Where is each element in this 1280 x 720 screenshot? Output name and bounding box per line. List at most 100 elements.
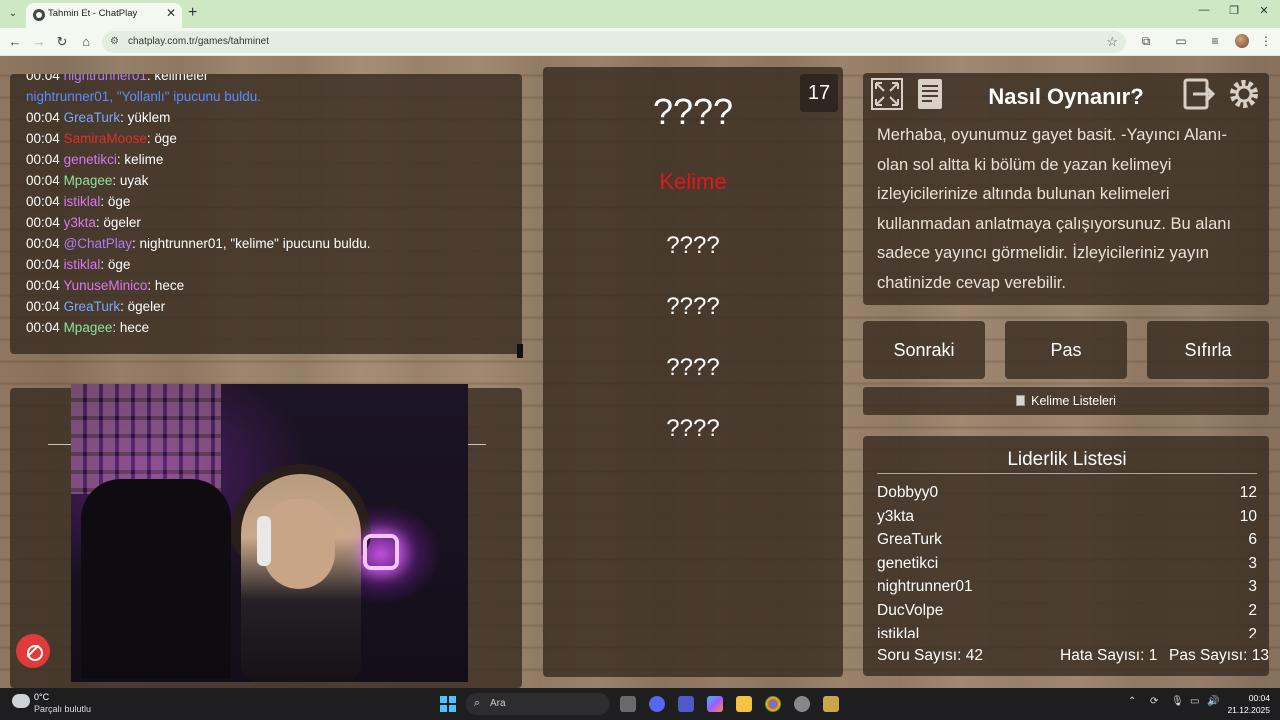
split-view-icon[interactable]: ▭: [1173, 34, 1189, 48]
profile-avatar[interactable]: [1235, 34, 1249, 48]
chat-username[interactable]: GreaTurk: [64, 110, 121, 125]
extensions-icon[interactable]: ⧉: [1138, 34, 1154, 49]
chat-timestamp: 00:04: [26, 110, 60, 125]
chat-panel: 00:04 nightrunner01: kelimeler nightrunne…: [10, 74, 522, 354]
word-card-panel: ???? Kelime ???? ???? ???? ????: [543, 67, 843, 677]
chat-username[interactable]: istiklal: [64, 257, 101, 272]
microphone-icon[interactable]: 🎙: [1171, 696, 1184, 707]
chat-username[interactable]: YunuseMinico: [63, 278, 147, 293]
streamer-face: [263, 499, 335, 589]
next-button[interactable]: Sonraki: [863, 321, 985, 379]
weather-description[interactable]: Parçalı bulutlu: [34, 704, 91, 714]
gaming-chair: [81, 479, 231, 679]
leaderboard-player-score: 12: [1239, 484, 1257, 501]
chat-username[interactable]: Mpagee: [64, 320, 113, 335]
chrome-icon[interactable]: [765, 696, 781, 712]
browser-tab[interactable]: Tahmin Et - ChatPlay ✕: [26, 3, 182, 28]
teams-icon[interactable]: [678, 696, 694, 712]
chat-message: 00:04 istiklal: öge: [26, 257, 130, 272]
network-icon[interactable]: ▭: [1190, 696, 1199, 707]
chat-message: 00:04 GreaTurk: yüklem: [26, 110, 170, 125]
leaderboard-player-score: 6: [1248, 531, 1257, 549]
home-icon[interactable]: ⌂: [77, 33, 95, 51]
document-icon: [1016, 395, 1026, 406]
chat-username[interactable]: genetikci: [64, 152, 117, 167]
bookmark-star-icon[interactable]: ☆: [1106, 34, 1118, 50]
app-icon[interactable]: [823, 696, 839, 712]
back-icon[interactable]: ←: [6, 33, 24, 51]
chat-message: 00:04 YunuseMinico: hece: [26, 278, 184, 293]
chat-timestamp: 00:04: [26, 278, 60, 293]
chat-username[interactable]: @ChatPlay: [64, 236, 132, 251]
chat-message: 00:04 @ChatPlay: nightrunner01, "kelime"…: [26, 236, 371, 251]
leaderboard-player-name: genetikci: [877, 554, 939, 572]
chat-message: 00:04 istiklal: öge: [26, 194, 130, 209]
chat-username[interactable]: Mpagee: [64, 173, 113, 188]
address-bar[interactable]: ⚙ chatplay.com.tr/games/tahminet ☆: [102, 31, 1126, 53]
close-window-icon[interactable]: ✕: [1252, 4, 1276, 17]
webcam-video: [71, 384, 468, 682]
chat-timestamp: 00:04: [26, 236, 60, 251]
file-explorer-icon[interactable]: [736, 696, 752, 712]
leaderboard-player-score: 3: [1248, 578, 1257, 596]
new-tab-icon[interactable]: +: [188, 4, 197, 22]
chat-username[interactable]: istiklal: [64, 194, 101, 209]
chat-username[interactable]: GreaTurk: [64, 299, 121, 314]
address-url[interactable]: chatplay.com.tr/games/tahminet: [128, 36, 269, 47]
chat-username[interactable]: y3kta: [64, 215, 96, 230]
leaderboard-player-name: istiklal: [877, 625, 920, 638]
sync-icon[interactable]: ⟳: [1150, 696, 1158, 707]
chatplay-favicon-icon: [33, 9, 45, 21]
volume-icon[interactable]: 🔊: [1207, 696, 1219, 707]
tab-search-chevron-icon[interactable]: ⌄: [4, 5, 22, 23]
leaderboard-player-name: GreaTurk: [877, 531, 942, 549]
tray-overflow-icon[interactable]: ⌃: [1128, 696, 1136, 707]
browser-toolbar: ← → ↻ ⌂ ⚙ chatplay.com.tr/games/tahminet…: [0, 28, 1280, 56]
chat-message: 00:04 Mpagee: uyak: [26, 173, 148, 188]
clock-date[interactable]: 21.12.2025: [1224, 705, 1270, 715]
chat-username[interactable]: nightrunner01,: [26, 89, 113, 104]
chat-text: : ögeler: [95, 215, 141, 230]
media-controls-icon[interactable]: ≡: [1207, 34, 1223, 48]
countdown-timer: 17: [800, 74, 838, 112]
task-view-icon[interactable]: [620, 696, 636, 712]
clock-time[interactable]: 00:04: [1240, 693, 1270, 703]
logout-icon[interactable]: [1183, 77, 1217, 111]
leaderboard-list[interactable]: Dobbyy0 12 y3kta 10 GreaTurk 6 genetikci 3 night…: [877, 481, 1257, 638]
forward-icon[interactable]: →: [30, 33, 48, 51]
game-page: 00:04 nightrunner01: kelimeler nightrunne…: [0, 56, 1280, 688]
discord-icon[interactable]: [649, 696, 665, 712]
settings-gear-icon[interactable]: [1227, 77, 1261, 111]
search-icon: ⌕: [474, 697, 481, 709]
chat-message: nightrunner01, "Yollanlı" ipucunu buldu.: [26, 89, 261, 104]
chat-username[interactable]: nightrunner01: [64, 74, 147, 83]
hidden-hint-word: ????: [666, 293, 720, 320]
minimize-window-icon[interactable]: —: [1192, 4, 1216, 16]
restore-window-icon[interactable]: ❐: [1222, 4, 1246, 17]
chat-username[interactable]: SamiraMoose: [64, 131, 147, 146]
leaderboard-title: Liderlik Listesi: [1007, 449, 1127, 470]
browser-menu-icon[interactable]: ⋮: [1258, 34, 1274, 48]
taskbar-search[interactable]: ⌕ Ara: [466, 693, 610, 715]
divider-line: [466, 444, 486, 445]
chat-message: 00:04 genetikci: kelime: [26, 152, 163, 167]
close-tab-icon[interactable]: ✕: [166, 6, 176, 20]
chat-message: 00:04 y3kta: ögeler: [26, 215, 141, 230]
camera-toggle-button[interactable]: [16, 634, 50, 668]
chat-scrollbar[interactable]: [517, 344, 523, 358]
weather-temperature[interactable]: 0°C: [34, 692, 49, 702]
pass-count: Pas Sayısı: 13: [1169, 647, 1269, 664]
leaderboard-player-score: 10: [1239, 507, 1257, 525]
word-lists-button[interactable]: Kelime Listeleri: [863, 387, 1269, 415]
reset-button[interactable]: Sıfırla: [1147, 321, 1269, 379]
pass-button[interactable]: Pas: [1005, 321, 1127, 379]
poster-wall: [71, 384, 221, 494]
chat-message: 00:04 SamiraMoose: öge: [26, 131, 177, 146]
chat-timestamp: 00:04: [26, 194, 60, 209]
reload-icon[interactable]: ↻: [53, 33, 71, 51]
windows-start-icon[interactable]: [440, 696, 456, 712]
copilot-icon[interactable]: [707, 696, 723, 712]
site-info-icon[interactable]: ⚙: [110, 36, 119, 47]
weather-cloud-icon[interactable]: [12, 694, 30, 708]
obs-icon[interactable]: [794, 696, 810, 712]
